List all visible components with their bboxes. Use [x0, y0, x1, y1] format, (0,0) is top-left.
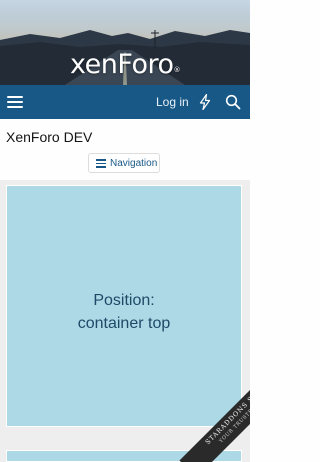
top-navbar: Log in — [0, 85, 250, 119]
lightning-bolt-icon[interactable] — [198, 94, 212, 110]
ad-position-line-2: container top — [77, 315, 171, 332]
header-banner: xenForo® — [0, 0, 250, 85]
logo-text: xenForo — [70, 49, 174, 80]
hamburger-menu-icon[interactable] — [6, 93, 24, 111]
site-logo[interactable]: xenForo® — [0, 49, 250, 81]
ad-position-next — [6, 450, 242, 462]
ad-position-container-top: Position: container top — [6, 185, 242, 427]
hamburger-menu-icon — [96, 159, 106, 168]
ad-position-text: Position: container top — [7, 289, 241, 335]
navigation-button[interactable]: Navigation — [88, 153, 160, 173]
login-link[interactable]: Log in — [156, 94, 189, 110]
ad-position-line-1: Position: — [93, 292, 155, 309]
search-icon[interactable] — [225, 94, 241, 110]
navigation-button-label: Navigation — [110, 158, 158, 169]
trademark-symbol: ® — [173, 66, 181, 74]
page-title: XenForo DEV — [6, 129, 93, 145]
